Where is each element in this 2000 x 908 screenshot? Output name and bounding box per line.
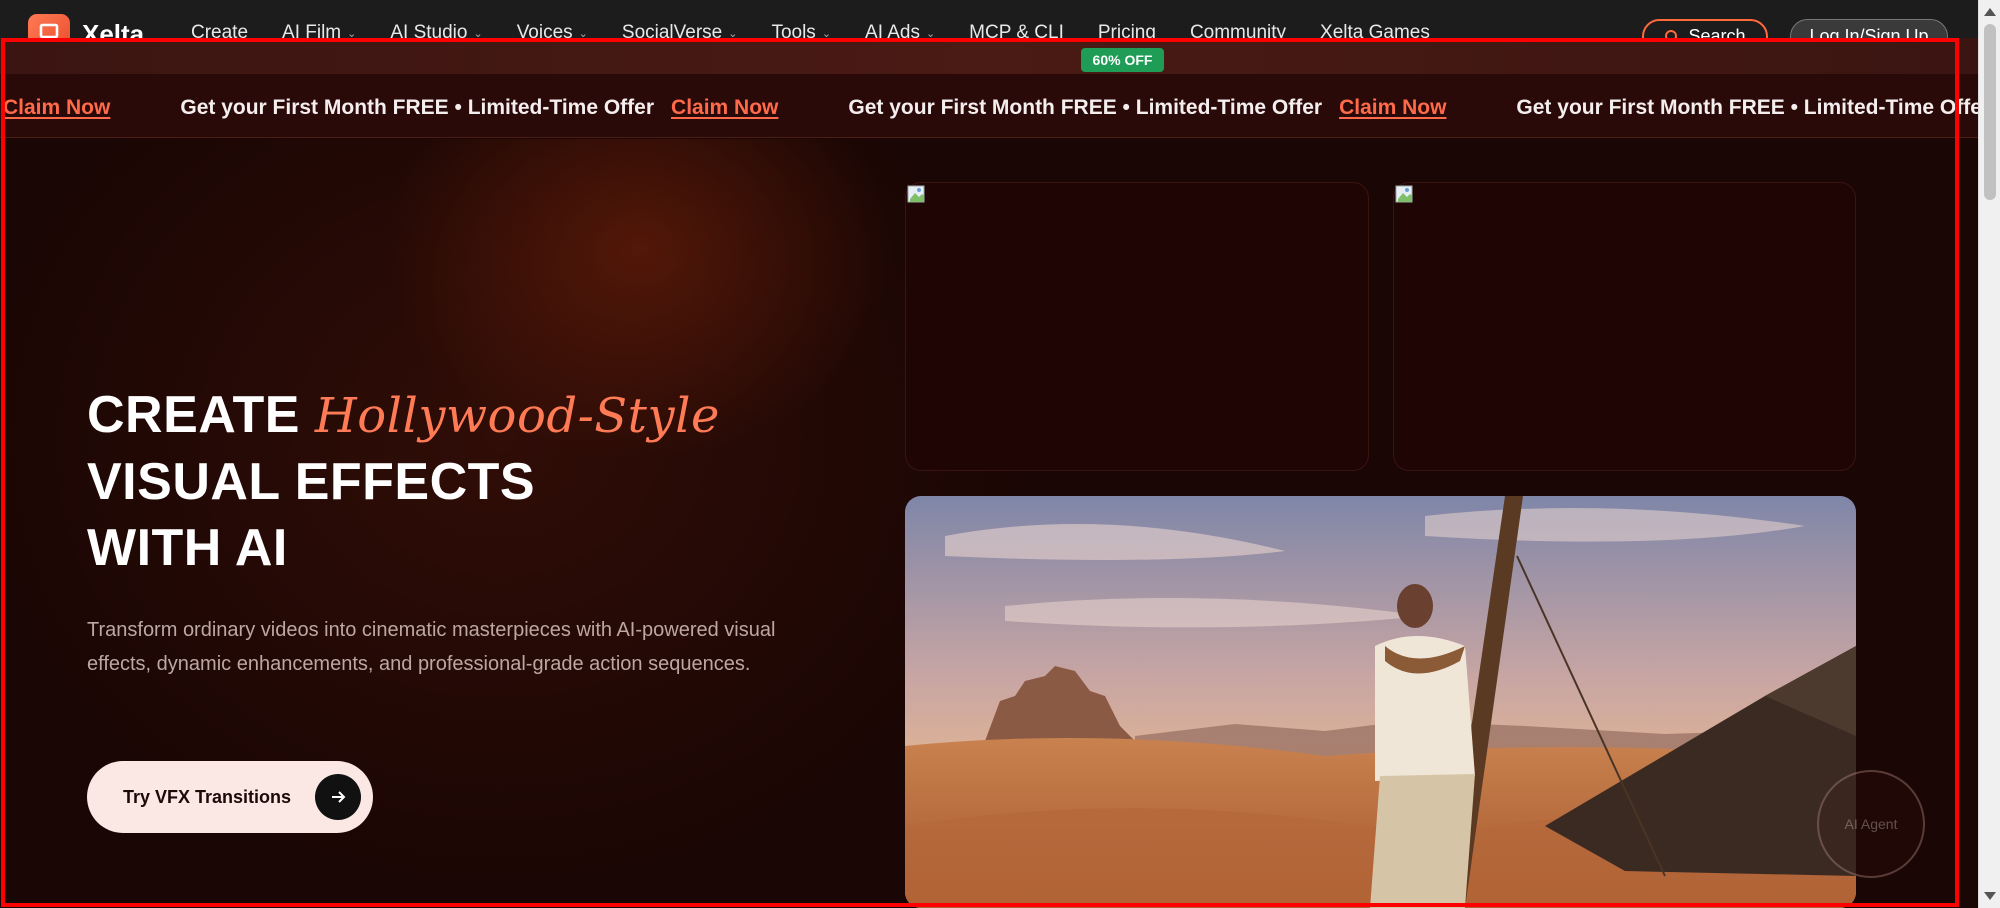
nav-item-mcp-cli[interactable]: MCP & CLI bbox=[969, 22, 1064, 38]
broken-image-icon bbox=[907, 185, 925, 203]
nav-item-create[interactable]: Create bbox=[191, 22, 248, 38]
nav-item-label: SocialVerse bbox=[621, 22, 723, 38]
nav-item-label: Community bbox=[1189, 22, 1287, 38]
desert-scene-image bbox=[905, 496, 1856, 908]
claim-now-link[interactable]: Claim Now bbox=[671, 96, 778, 120]
page-scrollbar[interactable] bbox=[1978, 0, 2000, 908]
discount-badge: 60% OFF bbox=[1081, 48, 1164, 72]
search-icon bbox=[1665, 29, 1678, 38]
arrow-right-icon bbox=[315, 774, 361, 820]
scroll-up-arrow-icon[interactable] bbox=[1984, 8, 1996, 16]
headline-line-2: VISUAL EFFECTS bbox=[87, 453, 536, 511]
nav-item-label: Pricing bbox=[1097, 22, 1156, 38]
offer-text: Get your First Month FREE • Limited-Time… bbox=[180, 96, 655, 119]
nav-item-label: AI Studio bbox=[390, 22, 468, 38]
scrollbar-thumb[interactable] bbox=[1984, 24, 1996, 200]
login-signup-button[interactable]: Log In/Sign Up bbox=[1790, 19, 1948, 38]
media-card[interactable] bbox=[905, 182, 1369, 471]
headline-line-3: WITH AI bbox=[87, 519, 288, 577]
brand-name: Xelta bbox=[82, 18, 145, 39]
hero-desert-image[interactable] bbox=[905, 496, 1856, 908]
media-card[interactable] bbox=[1393, 182, 1856, 471]
search-button-label: Search bbox=[1688, 26, 1746, 38]
scroll-down-arrow-icon[interactable] bbox=[1984, 892, 1996, 900]
offer-text: Get your First Month FREE • Limited-Time… bbox=[1516, 96, 1978, 119]
nav-item-ai-ads[interactable]: AI Ads ⌄ bbox=[865, 22, 935, 38]
promo-strip bbox=[0, 38, 1978, 74]
nav-item-label: Create bbox=[191, 22, 249, 38]
nav-item-label: AI Film bbox=[282, 22, 342, 38]
promo-marquee: Claim Now Get your First Month FREE • Li… bbox=[0, 74, 1978, 138]
marquee-track: Claim Now Get your First Month FREE • Li… bbox=[3, 96, 1978, 120]
cta-label: Try VFX Transitions bbox=[123, 786, 292, 807]
nav-links: Create AI Film ⌄ AI Studio ⌄ Voices ⌄ SocialVer… bbox=[191, 22, 1430, 38]
nav-item-xelta-games[interactable]: Xelta Games bbox=[1320, 22, 1430, 38]
headline-accent: Hollywood-Style bbox=[314, 388, 720, 444]
nav-item-socialverse[interactable]: SocialVerse ⌄ bbox=[622, 22, 738, 38]
brand-logo[interactable]: Xelta bbox=[28, 14, 144, 38]
nav-item-label: AI Ads bbox=[865, 22, 920, 38]
nav-item-label: Tools bbox=[771, 22, 816, 38]
hero-subcopy: Transform ordinary videos into cinematic… bbox=[87, 619, 776, 675]
hero-headline: CREATE Hollywood-Style VISUAL EFFECTS WI… bbox=[87, 382, 720, 581]
nav-item-community[interactable]: Community bbox=[1190, 22, 1286, 38]
search-button[interactable]: Search bbox=[1642, 19, 1768, 38]
chevron-down-icon: ⌄ bbox=[473, 27, 483, 39]
nav-item-voices[interactable]: Voices ⌄ bbox=[517, 22, 588, 38]
logo-icon bbox=[28, 14, 70, 38]
claim-now-link[interactable]: Claim Now bbox=[1339, 96, 1446, 120]
try-vfx-transitions-button[interactable]: Try VFX Transitions bbox=[87, 761, 373, 833]
nav-item-ai-film[interactable]: AI Film ⌄ bbox=[282, 22, 356, 38]
claim-now-link[interactable]: Claim Now bbox=[3, 96, 110, 120]
chevron-down-icon: ⌄ bbox=[578, 27, 588, 39]
headline-lead: CREATE bbox=[87, 386, 300, 444]
chevron-down-icon: ⌄ bbox=[728, 27, 738, 39]
nav-item-tools[interactable]: Tools ⌄ bbox=[771, 22, 831, 38]
top-navigation: Xelta Create AI Film ⌄ AI Studio ⌄ Voices ⌄ Soc… bbox=[0, 0, 1978, 38]
hero-section: CREATE Hollywood-Style VISUAL EFFECTS WI… bbox=[0, 139, 1978, 908]
nav-item-label: MCP & CLI bbox=[969, 22, 1064, 38]
nav-item-ai-studio[interactable]: AI Studio ⌄ bbox=[390, 22, 482, 38]
chevron-down-icon: ⌄ bbox=[925, 27, 936, 39]
offer-text: Get your First Month FREE • Limited-Time… bbox=[848, 96, 1323, 119]
nav-item-label: Voices bbox=[516, 22, 573, 38]
chevron-down-icon: ⌄ bbox=[821, 27, 832, 39]
nav-item-label: Xelta Games bbox=[1320, 22, 1430, 38]
ai-agent-fab[interactable]: AI Agent bbox=[1817, 770, 1925, 878]
broken-image-icon bbox=[1395, 185, 1413, 203]
chevron-down-icon: ⌄ bbox=[347, 27, 357, 39]
nav-item-pricing[interactable]: Pricing bbox=[1098, 22, 1156, 38]
